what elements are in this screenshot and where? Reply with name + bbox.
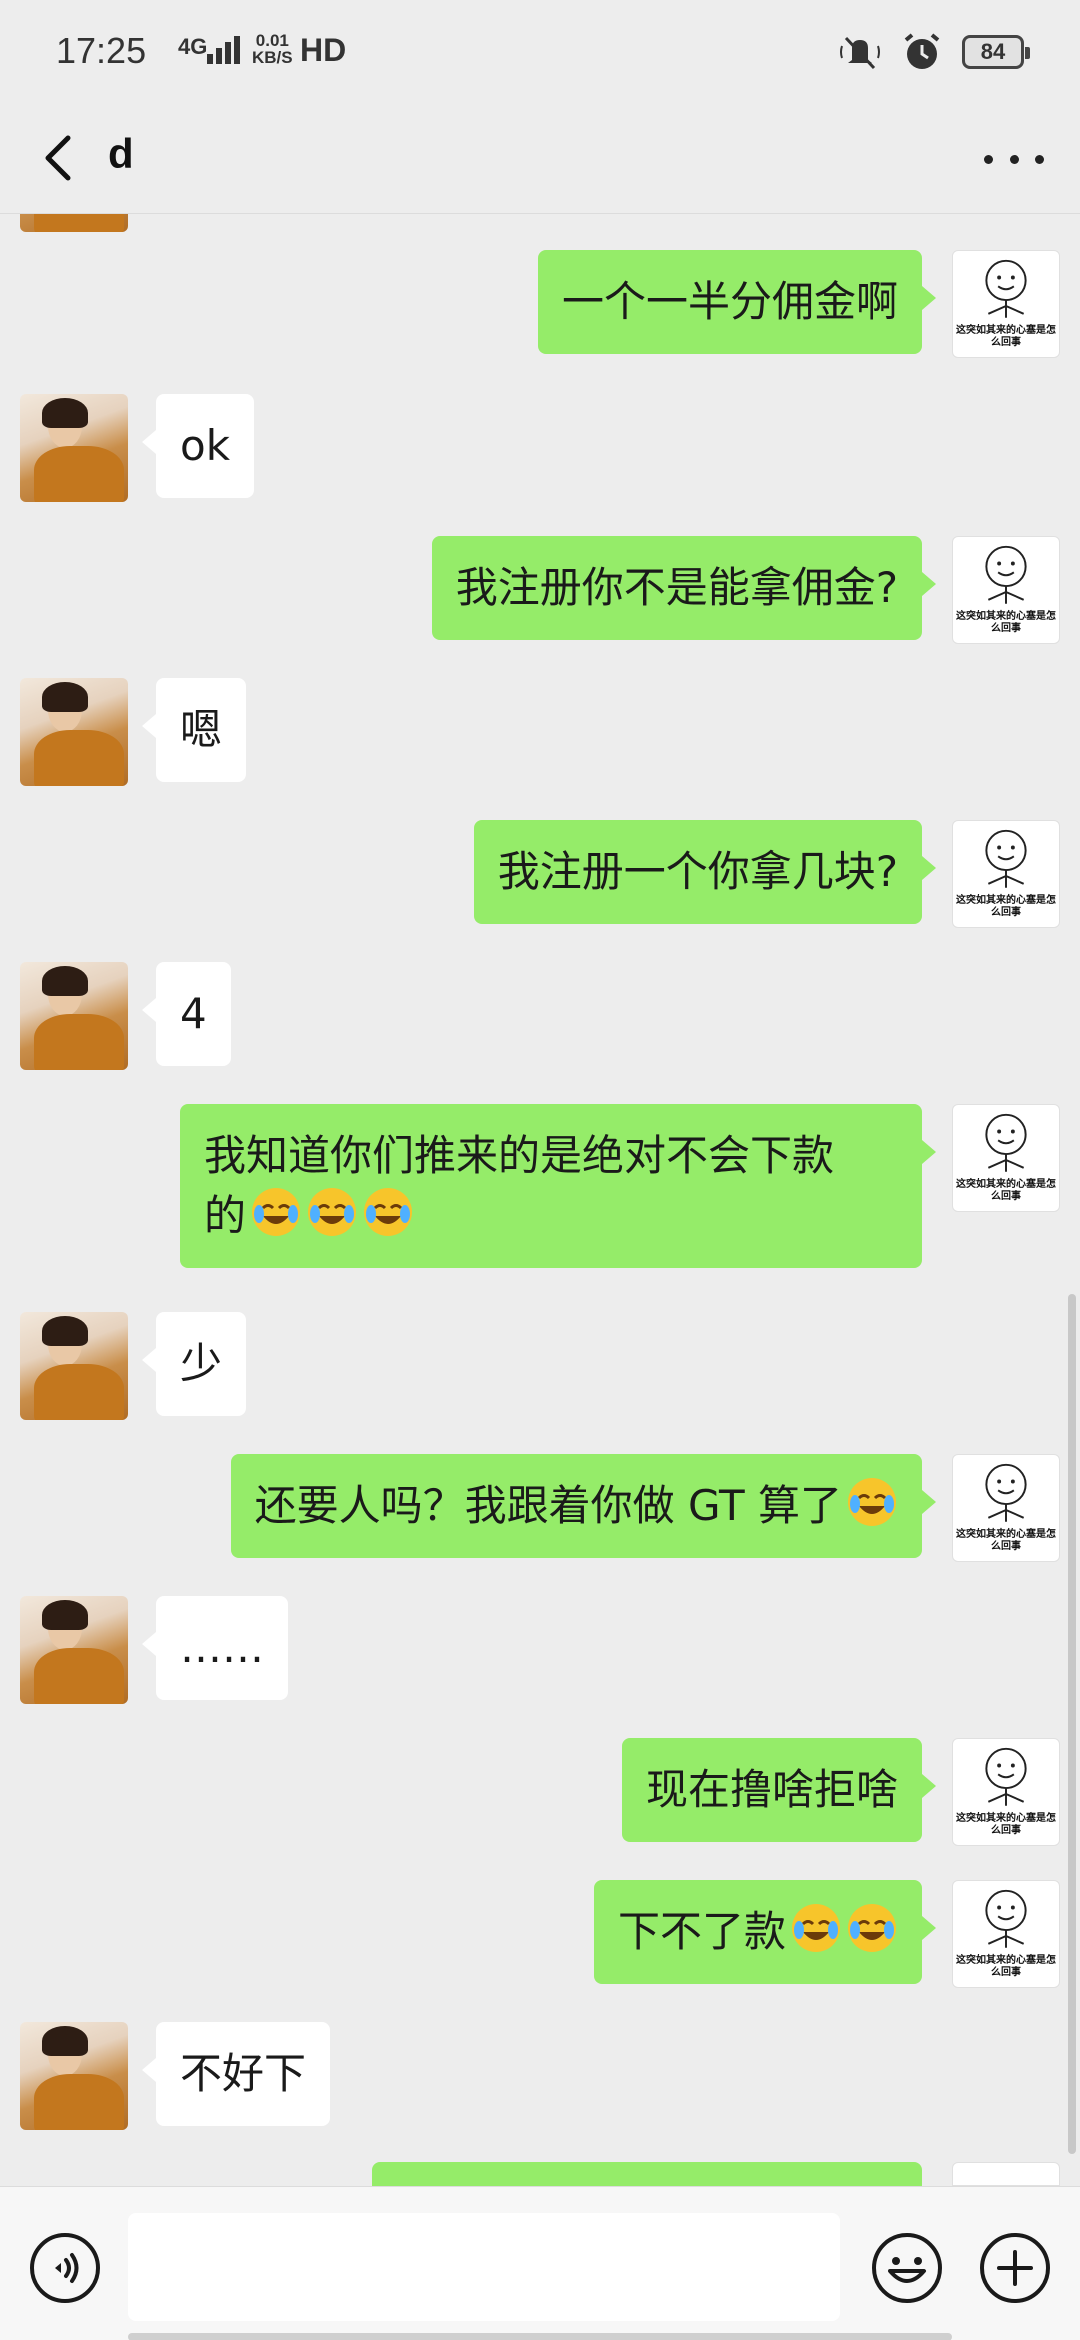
message-input[interactable] xyxy=(128,2213,840,2321)
my-avatar[interactable]: 这突如其来的心塞是怎么回事 xyxy=(952,1454,1060,1562)
hd-indicator: HD xyxy=(300,32,347,68)
message-row-outgoing: 现在撸啥拒啥 这突如其来的心塞是怎么回事 xyxy=(0,1738,1080,1848)
more-options-button[interactable] xyxy=(984,134,1044,184)
my-avatar[interactable]: 这突如其来的心塞是怎么回事 xyxy=(952,536,1060,644)
back-arrow-icon[interactable] xyxy=(30,128,90,188)
message-row-outgoing: 还要人吗？我跟着你做 GT 算了 这突如其来的心塞是怎么回事 xyxy=(0,1454,1080,1564)
laughing-crying-emoji xyxy=(364,1188,413,1236)
network-speed: 0.01 KB/S xyxy=(252,31,293,67)
my-avatar[interactable]: 这突如其来的心塞是怎么回事 xyxy=(952,1738,1060,1846)
avatar-caption: 这突如其来的心塞是怎么回事 xyxy=(956,1529,1056,1552)
message-row-incoming: 嗯 xyxy=(0,678,1080,788)
my-avatar[interactable]: 这突如其来的心塞是怎么回事 xyxy=(952,820,1060,928)
contact-avatar[interactable] xyxy=(20,678,128,786)
message-bubble-outgoing[interactable]: 我注册你不是能拿佣金? xyxy=(431,536,937,640)
laughing-crying-emoji xyxy=(848,1478,896,1526)
status-time: 17:25 xyxy=(56,30,147,71)
mute-icon xyxy=(840,36,880,70)
message-bubble-outgoing[interactable]: 下不了款 xyxy=(593,1880,937,1984)
message-bubble-incoming[interactable]: …… xyxy=(142,1596,288,1700)
message-row-incoming: ok xyxy=(0,394,1080,504)
chat-title: d xyxy=(108,130,134,177)
more-dot xyxy=(1035,154,1044,164)
my-avatar[interactable]: 这突如其来的心塞是怎么回事 xyxy=(952,1880,1060,1988)
my-avatar[interactable]: 这突如其来的心塞是怎么回事 xyxy=(952,1104,1060,1212)
contact-avatar[interactable] xyxy=(20,2022,128,2130)
partial-message-row xyxy=(0,2162,1080,2186)
scrollbar[interactable] xyxy=(1068,1294,1076,2154)
my-avatar-partial xyxy=(952,2162,1060,2186)
contact-avatar[interactable] xyxy=(20,214,128,232)
message-bubble-incoming[interactable]: 不好下 xyxy=(141,2022,331,2126)
message-row-outgoing: 下不了款 这突如其来的心塞是怎么回事 xyxy=(0,1880,1080,1990)
avatar-caption: 这突如其来的心塞是怎么回事 xyxy=(956,1955,1056,1978)
message-row-outgoing: 我注册你不是能拿佣金? 这突如其来的心塞是怎么回事 xyxy=(0,536,1080,646)
signal-icon xyxy=(205,34,245,64)
contact-avatar[interactable] xyxy=(20,1596,128,1704)
message-list[interactable]: 一个一半分佣金啊 这突如其来的心塞是怎么回事 ok 我注册你不是能拿佣金? 这突 xyxy=(0,214,1080,2186)
partial-message-row xyxy=(0,214,1080,234)
laughing-crying-emoji xyxy=(308,1188,357,1236)
contact-avatar[interactable] xyxy=(20,394,128,502)
message-bubble-outgoing[interactable]: 现在撸啥拒啥 xyxy=(621,1738,937,1842)
status-bar: 17:25 4G 0.01 KB/S HD 84 xyxy=(0,0,1080,108)
avatar-caption: 这突如其来的心塞是怎么回事 xyxy=(956,325,1056,348)
avatar-caption: 这突如其来的心塞是怎么回事 xyxy=(956,895,1056,918)
message-bubble-incoming[interactable]: 4 xyxy=(142,962,231,1066)
laughing-crying-emoji xyxy=(792,1904,840,1952)
message-bubble-incoming[interactable]: ok xyxy=(141,394,255,498)
avatar-caption: 这突如其来的心塞是怎么回事 xyxy=(956,1813,1056,1836)
avatar-caption: 这突如其来的心塞是怎么回事 xyxy=(956,611,1056,634)
more-dot xyxy=(984,154,993,164)
alarm-icon xyxy=(904,33,940,69)
contact-avatar[interactable] xyxy=(20,1312,128,1420)
message-row-incoming: 少 xyxy=(0,1312,1080,1422)
emoji-icon[interactable] xyxy=(870,2231,944,2305)
home-indicator[interactable] xyxy=(128,2333,952,2340)
message-row-outgoing: 我注册一个你拿几块? 这突如其来的心塞是怎么回事 xyxy=(0,820,1080,930)
input-bar xyxy=(0,2186,1080,2340)
message-bubble-incoming[interactable]: 少 xyxy=(141,1312,247,1416)
chat-header: d xyxy=(0,108,1080,214)
message-bubble-incoming[interactable]: 嗯 xyxy=(141,678,247,782)
message-bubble-outgoing[interactable]: 还要人吗？我跟着你做 GT 算了 xyxy=(230,1454,937,1558)
network-type: 4G xyxy=(178,34,208,59)
voice-icon[interactable] xyxy=(28,2231,102,2305)
my-avatar[interactable]: 这突如其来的心塞是怎么回事 xyxy=(952,250,1060,358)
status-icons: 84 xyxy=(838,30,1030,74)
message-bubble-outgoing[interactable]: 我注册一个你拿几块? xyxy=(473,820,937,924)
avatar-caption: 这突如其来的心塞是怎么回事 xyxy=(956,1179,1056,1202)
message-bubble-partial xyxy=(372,2162,922,2186)
message-row-outgoing: 一个一半分佣金啊 这突如其来的心塞是怎么回事 xyxy=(0,250,1080,370)
plus-icon[interactable] xyxy=(978,2231,1052,2305)
more-dot xyxy=(1009,154,1019,164)
message-bubble-outgoing[interactable]: 一个一半分佣金啊 xyxy=(537,250,937,354)
laughing-crying-emoji xyxy=(252,1188,301,1236)
contact-avatar[interactable] xyxy=(20,962,128,1070)
message-row-incoming: 不好下 xyxy=(0,2022,1080,2132)
message-row-incoming: 4 xyxy=(0,962,1080,1072)
message-bubble-outgoing[interactable]: 我知道你们推来的是绝对不会下款 的 xyxy=(180,1104,936,1268)
message-row-outgoing: 我知道你们推来的是绝对不会下款 的 这突如其来的心塞是怎么回事 xyxy=(0,1104,1080,1280)
battery-icon: 84 xyxy=(962,35,1030,69)
message-row-incoming: …… xyxy=(0,1596,1080,1706)
laughing-crying-emoji xyxy=(848,1904,896,1952)
